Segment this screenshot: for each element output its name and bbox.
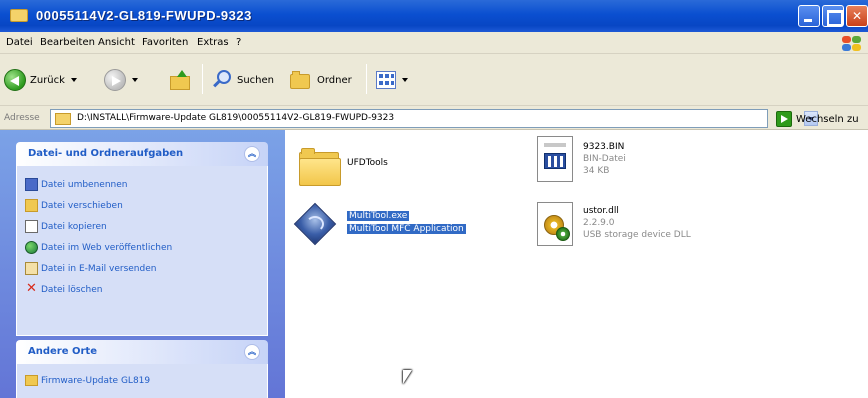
go-button[interactable]: Wechseln zu bbox=[776, 110, 859, 128]
chevron-down-icon[interactable] bbox=[132, 78, 138, 82]
folders-icon bbox=[290, 71, 312, 89]
address-input[interactable]: D:\INSTALL\Firmware-Update GL819\0005511… bbox=[50, 109, 818, 128]
menu-favoriten[interactable]: Favoriten bbox=[142, 37, 188, 48]
file-name: UFDTools bbox=[347, 158, 388, 168]
collapse-icon[interactable]: ︽ bbox=[244, 146, 260, 162]
move-icon bbox=[25, 199, 38, 212]
task-label: Datei in E-Mail versenden bbox=[41, 263, 157, 274]
task-label: Datei im Web veröffentlichen bbox=[41, 242, 173, 253]
search-button[interactable]: Suchen bbox=[212, 67, 274, 93]
forward-arrow-icon bbox=[104, 69, 126, 91]
back-label: Zurück bbox=[30, 74, 65, 86]
rename-icon bbox=[25, 178, 38, 191]
panel-body: Datei umbenennen Datei verschieben Datei… bbox=[16, 166, 268, 336]
address-value: D:\INSTALL\Firmware-Update GL819\0005511… bbox=[77, 113, 395, 123]
forward-button[interactable] bbox=[104, 67, 138, 93]
task-parent-folder[interactable]: Firmware-Update GL819 bbox=[17, 370, 267, 391]
task-rename[interactable]: Datei umbenennen bbox=[17, 174, 267, 195]
back-button[interactable]: Zurück bbox=[4, 67, 77, 93]
file-list: UFDTools 9323.BIN BIN-Datei 34 KB MultiT… bbox=[285, 130, 868, 398]
task-copy[interactable]: Datei kopieren bbox=[17, 216, 267, 237]
collapse-icon[interactable]: ︽ bbox=[244, 344, 260, 360]
search-label: Suchen bbox=[237, 74, 275, 86]
task-web-publish[interactable]: Datei im Web veröffentlichen bbox=[17, 237, 267, 258]
copy-icon bbox=[25, 220, 38, 233]
folder-icon bbox=[299, 148, 341, 188]
web-publish-icon bbox=[25, 241, 38, 254]
file-item-multitool-exe[interactable]: MultiTool.exe MultiTool MFC Application bbox=[293, 200, 493, 256]
panel-body: Firmware-Update GL819 bbox=[16, 364, 268, 398]
panel-title: Datei- und Ordneraufgaben bbox=[28, 148, 184, 159]
file-tasks-panel: Datei- und Ordneraufgaben ︽ Datei umbene… bbox=[16, 142, 268, 336]
app-icon bbox=[293, 202, 337, 246]
task-label: Datei umbenennen bbox=[41, 179, 128, 190]
close-button[interactable]: ✕ bbox=[846, 5, 868, 27]
menu-bearbeiten[interactable]: Bearbeiten bbox=[40, 37, 95, 48]
chevron-down-icon[interactable] bbox=[402, 78, 408, 82]
panel-header[interactable]: Andere Orte ︽ bbox=[16, 340, 268, 364]
close-icon: ✕ bbox=[851, 9, 863, 23]
bin-file-icon bbox=[537, 136, 573, 182]
toolbar-separator bbox=[202, 64, 203, 94]
file-item-ustor-dll[interactable]: ustor.dll 2.2.9.0 USB storage device DLL bbox=[537, 202, 767, 258]
folders-button[interactable]: Ordner bbox=[290, 67, 352, 93]
panel-title: Andere Orte bbox=[28, 346, 97, 357]
go-arrow-icon bbox=[776, 111, 792, 127]
menu-ansicht[interactable]: Ansicht bbox=[98, 37, 135, 48]
toolbar: Zurück Suchen Ordner bbox=[0, 54, 868, 106]
file-type: BIN-Datei bbox=[583, 154, 626, 164]
back-arrow-icon bbox=[4, 69, 26, 91]
go-label: Wechseln zu bbox=[796, 113, 859, 125]
up-folder-button[interactable] bbox=[170, 67, 192, 93]
windows-logo bbox=[840, 34, 862, 52]
file-size: 34 KB bbox=[583, 166, 610, 176]
task-label: Datei löschen bbox=[41, 284, 103, 295]
menu-datei[interactable]: Datei bbox=[6, 37, 33, 48]
maximize-button[interactable] bbox=[822, 5, 844, 27]
views-button[interactable] bbox=[376, 67, 408, 93]
folder-icon bbox=[55, 113, 71, 125]
minimize-icon bbox=[799, 6, 819, 26]
other-places-panel: Andere Orte ︽ Firmware-Update GL819 bbox=[16, 340, 268, 398]
menu-extras[interactable]: Extras bbox=[197, 37, 229, 48]
chevron-down-icon[interactable] bbox=[70, 78, 77, 82]
toolbar-separator bbox=[366, 64, 367, 94]
file-version: 2.2.9.0 bbox=[583, 218, 615, 228]
folder-icon bbox=[10, 9, 28, 22]
task-email[interactable]: Datei in E-Mail versenden bbox=[17, 258, 267, 279]
address-bar: Adresse D:\INSTALL\Firmware-Update GL819… bbox=[0, 106, 868, 130]
search-icon bbox=[212, 70, 232, 90]
address-label: Adresse bbox=[4, 113, 40, 123]
file-name: ustor.dll bbox=[583, 206, 619, 216]
email-icon bbox=[25, 262, 38, 275]
task-label: Datei kopieren bbox=[41, 221, 107, 232]
up-folder-icon bbox=[170, 70, 192, 90]
panel-header[interactable]: Datei- und Ordneraufgaben ︽ bbox=[16, 142, 268, 166]
file-description: USB storage device DLL bbox=[583, 230, 691, 240]
title-bar: 00055114V2-GL819-FWUPD-9323 ✕ bbox=[0, 0, 868, 32]
window-title: 00055114V2-GL819-FWUPD-9323 bbox=[36, 8, 252, 23]
file-item-ufdtools[interactable]: UFDTools bbox=[299, 144, 439, 194]
file-name: 9323.BIN bbox=[583, 142, 625, 152]
maximize-icon bbox=[823, 6, 843, 26]
task-delete[interactable]: ✕ Datei löschen bbox=[17, 279, 267, 300]
dll-file-icon bbox=[537, 202, 573, 246]
menu-help[interactable]: ? bbox=[236, 37, 241, 48]
file-item-9323-bin[interactable]: 9323.BIN BIN-Datei 34 KB bbox=[537, 136, 757, 192]
folders-label: Ordner bbox=[317, 74, 352, 86]
task-label: Firmware-Update GL819 bbox=[41, 375, 151, 386]
folder-icon bbox=[25, 375, 38, 386]
delete-icon: ✕ bbox=[26, 281, 37, 296]
minimize-button[interactable] bbox=[798, 5, 820, 27]
file-description: MultiTool MFC Application bbox=[347, 224, 466, 234]
task-move[interactable]: Datei verschieben bbox=[17, 195, 267, 216]
menu-bar: Datei Bearbeiten Ansicht Favoriten Extra… bbox=[0, 32, 868, 54]
task-pane: Datei- und Ordneraufgaben ︽ Datei umbene… bbox=[0, 130, 285, 398]
file-name: MultiTool.exe bbox=[347, 211, 410, 221]
mouse-cursor-icon bbox=[403, 370, 412, 384]
task-label: Datei verschieben bbox=[41, 200, 123, 211]
views-icon bbox=[376, 71, 396, 89]
